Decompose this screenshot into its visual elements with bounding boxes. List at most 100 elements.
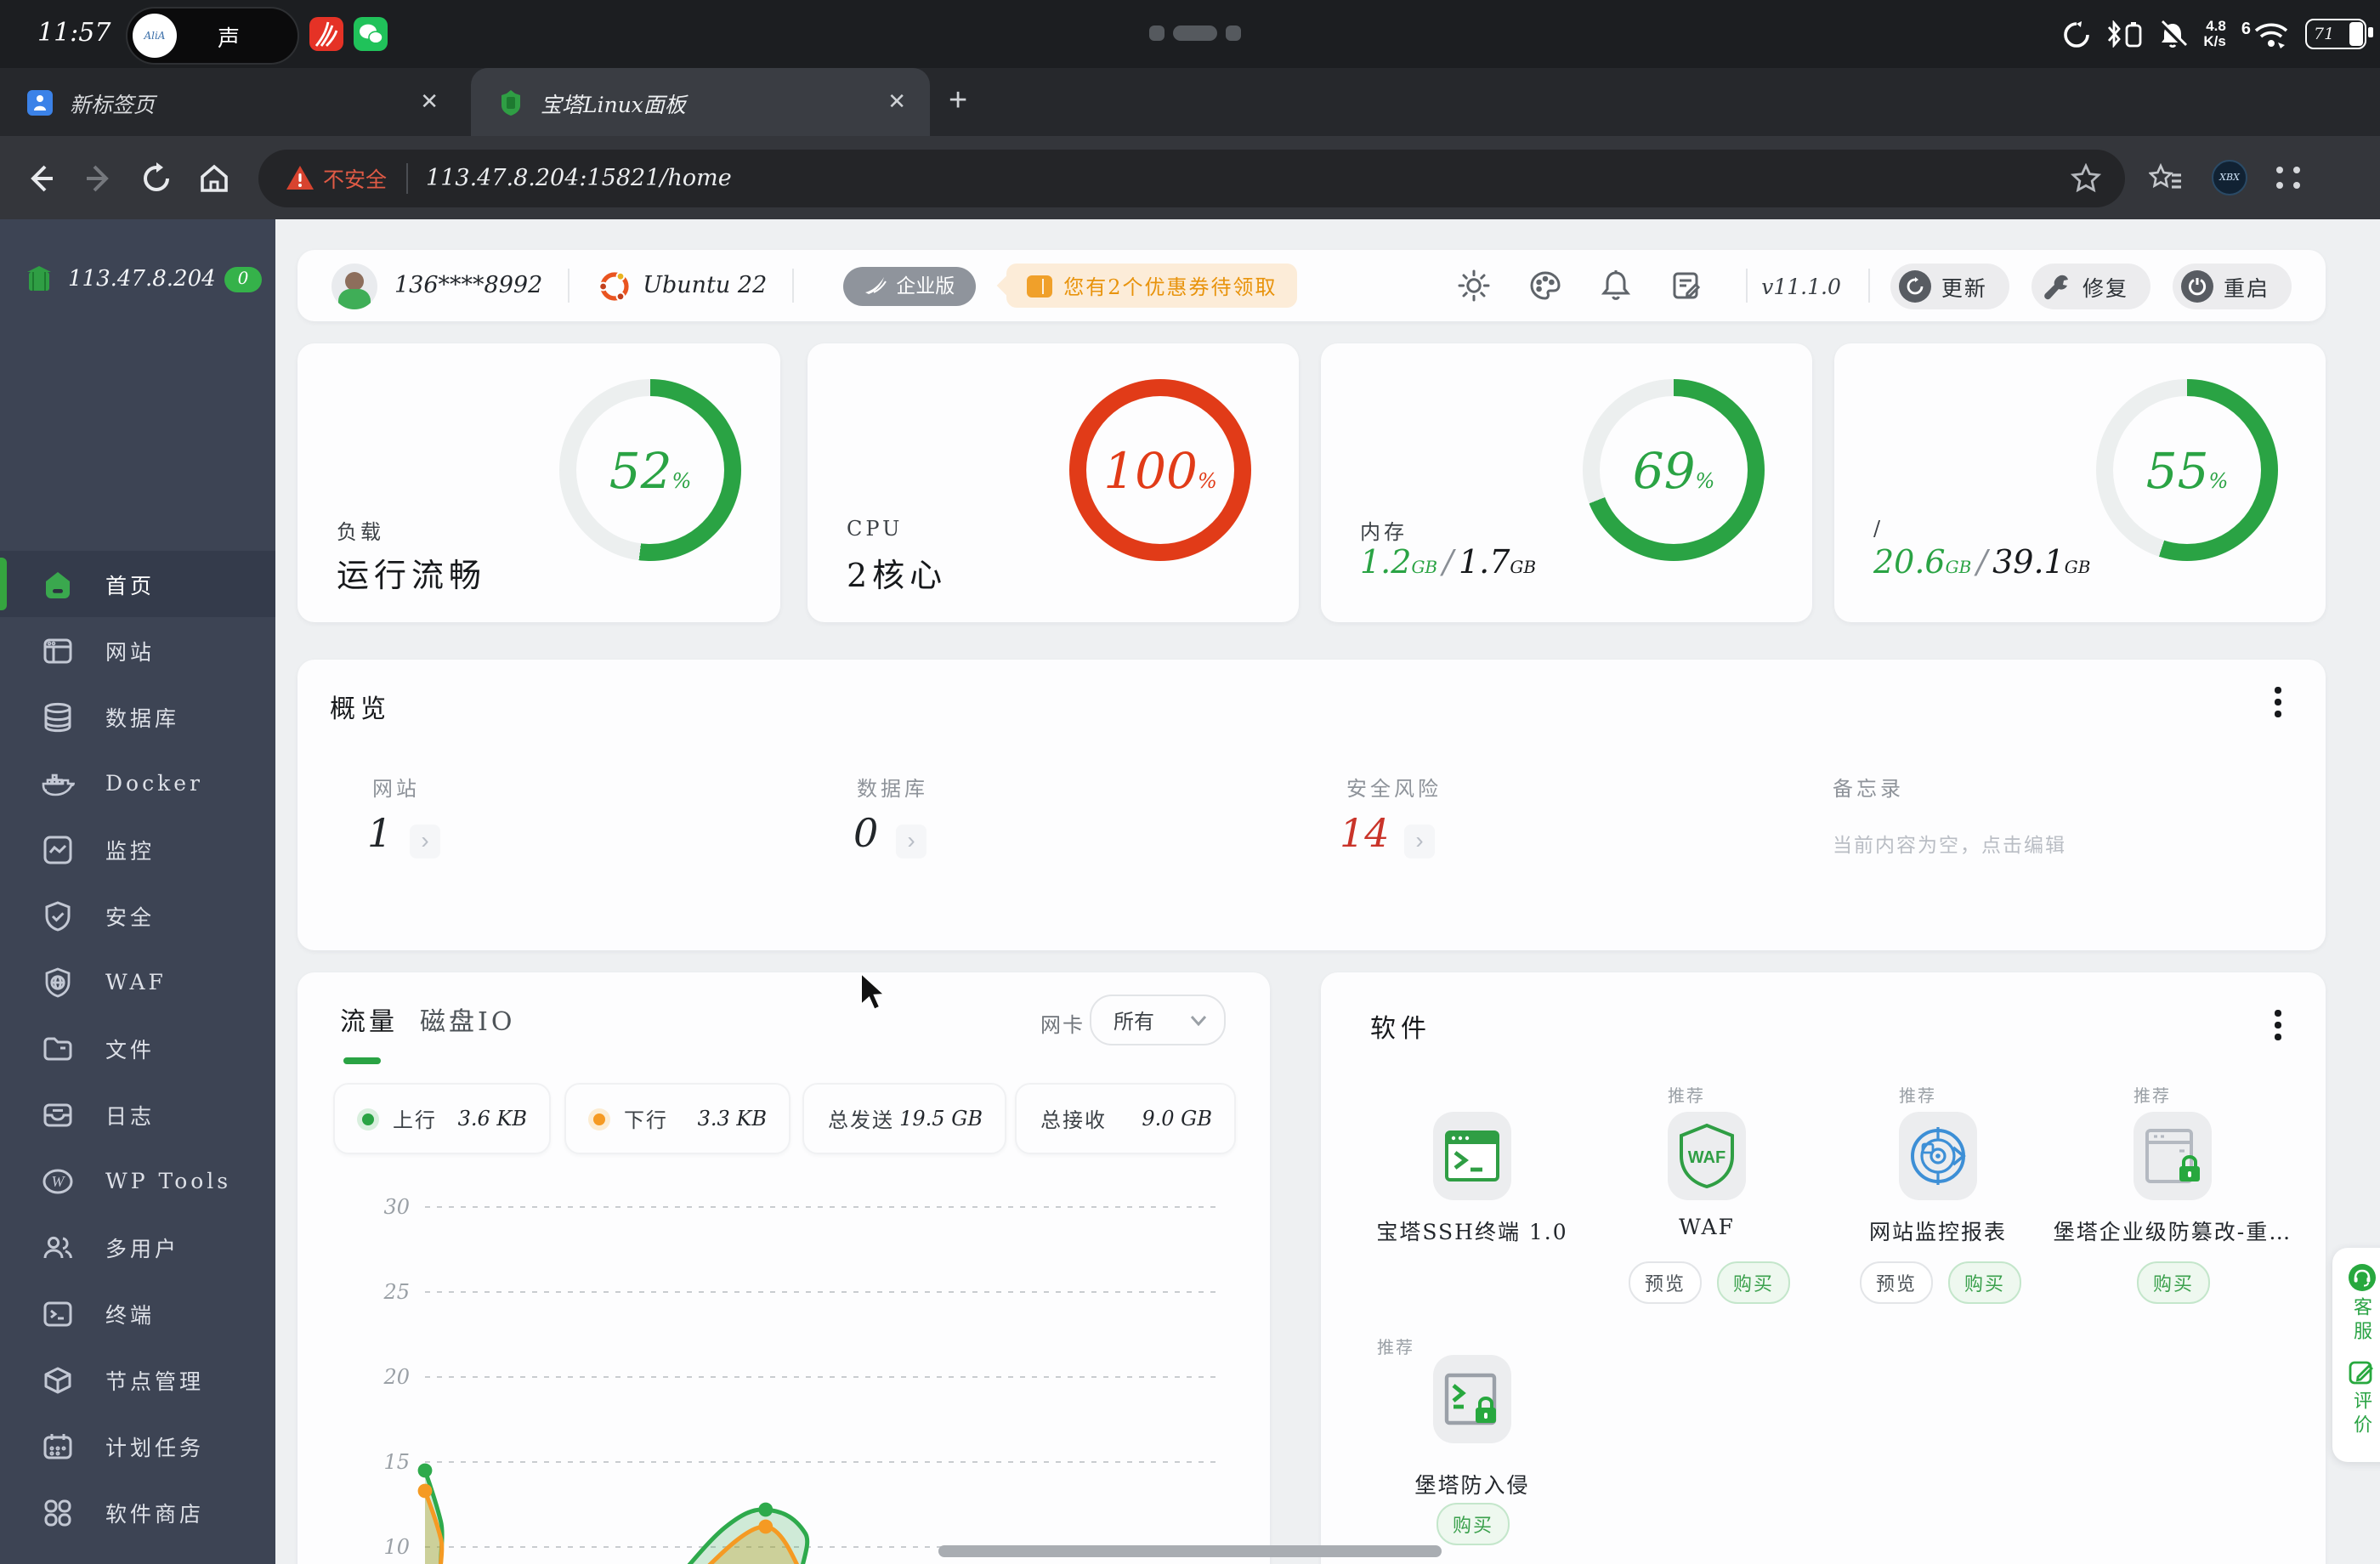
stat-label: 安全风险 [1346,774,1442,802]
forward-icon[interactable] [82,161,116,195]
software-item-monitor-report[interactable] [1899,1112,1977,1200]
customer-service-label[interactable]: 客服 [2348,1297,2375,1345]
software-menu-icon[interactable] [2275,1010,2281,1046]
review-label[interactable]: 评价 [2348,1391,2375,1438]
sidebar-item-waf[interactable]: WAF [0,949,275,1015]
url-text[interactable]: 113.47.8.204:15821/home [426,164,2071,191]
recommend-tag: 推荐 [1377,1333,1414,1358]
repair-button[interactable]: 修复 [2032,263,2150,309]
customer-service-icon[interactable] [2347,1263,2376,1292]
tab-title: 宝塔Linux面板 [541,86,887,118]
xuexi-app-icon[interactable] [309,17,343,51]
tab-new-tab-page[interactable]: 新标签页 ✕ [0,68,462,136]
status-widget-pill[interactable]: AliA 声 [126,7,299,65]
tab-close-icon[interactable]: ✕ [420,88,439,116]
chevron-right-icon[interactable]: › [1404,824,1435,858]
gauge-label: CPU [847,517,903,541]
back-icon[interactable] [24,161,58,195]
notification-bell-icon[interactable] [1600,269,1632,303]
horizontal-scrollbar[interactable] [938,1545,1442,1557]
sidebar: 113.47.8.204 0 首页 网站 数据库 Docker 监控 安全 [0,219,275,1564]
sidebar-item-logs[interactable]: 日志 [0,1081,275,1148]
notification-badge: 0 [224,266,262,292]
profile-avatar[interactable]: XBX [2212,160,2247,196]
security-label[interactable]: 不安全 [323,162,387,194]
edition-badge[interactable]: 企业版 [843,266,975,305]
review-pencil-icon[interactable] [2348,1358,2375,1386]
status-icons: 4.8K/s 6 71 [2062,0,2366,68]
tab-close-icon[interactable]: ✕ [887,88,906,116]
cpu-card[interactable]: CPU 2核心 100% [808,343,1299,622]
battery-indicator: 71 [2305,19,2366,49]
user-phone[interactable]: 136****8992 [394,272,542,299]
svg-text:25: 25 [382,1280,410,1304]
overview-menu-icon[interactable] [2275,687,2281,722]
gauge-title: 运行流畅 [337,551,486,597]
new-tab-button[interactable]: + [949,83,967,121]
overview-title: 概览 [330,690,391,726]
tab-bt-panel[interactable]: 宝塔Linux面板 ✕ [471,68,930,136]
server-header[interactable]: 113.47.8.204 0 [0,253,275,304]
sidebar-item-home[interactable]: 首页 [0,551,275,617]
sidebar-item-docker[interactable]: Docker [0,750,275,816]
chevron-right-icon[interactable]: › [896,824,926,858]
load-card[interactable]: 负载 运行流畅 52% [298,343,780,622]
sidebar-item-files[interactable]: 文件 [0,1015,275,1081]
software-item-intrusion[interactable] [1433,1355,1511,1443]
monitor-chart-icon [41,832,75,866]
url-bar[interactable]: 不安全 113.47.8.204:15821/home [258,149,2125,207]
buy-button[interactable]: 购买 [1436,1503,1510,1545]
terminal-green-icon [1443,1124,1501,1188]
memo-label: 备忘录 [1833,774,1904,802]
software-item-ssh-terminal[interactable] [1433,1112,1511,1200]
sidebar-item-security[interactable]: 安全 [0,882,275,949]
theme-sun-icon[interactable] [1457,269,1491,303]
browser-menu-icon[interactable] [2276,167,2302,189]
wechat-app-icon[interactable] [354,17,388,51]
disk-card[interactable]: / 20.6GB/39.1GB 55% [1834,343,2326,622]
update-button[interactable]: 更新 [1890,263,2009,309]
sidebar-item-app-store[interactable]: 软件商店 [0,1479,275,1545]
clock: 11:57 [37,17,110,48]
stat-value: 0 [853,813,878,857]
sidebar-item-settings[interactable]: 设置 [0,1545,275,1564]
memo-placeholder[interactable]: 当前内容为空，点击编辑 [1833,831,2066,858]
theme-palette-icon[interactable] [1528,269,1562,303]
chevron-right-icon[interactable]: › [410,824,440,858]
server-tower-icon [20,260,58,298]
stat-label: 数据库 [857,774,928,802]
bookmarks-list-icon[interactable] [2149,162,2183,193]
bt-panel-favicon [498,89,524,115]
software-name: 网站监控报表 [1869,1214,2007,1246]
sidebar-item-database[interactable]: 数据库 [0,683,275,750]
window-lock-icon [2142,1124,2203,1188]
sidebar-item-multi-user[interactable]: 多用户 [0,1214,275,1280]
home-icon[interactable] [197,161,231,195]
sidebar-item-monitor[interactable]: 监控 [0,816,275,882]
memo-note-icon[interactable] [1669,269,1702,303]
sidebar-item-terminal[interactable]: 终端 [0,1280,275,1346]
svg-text:10: 10 [383,1535,410,1559]
memory-card[interactable]: 内存 1.2GB/1.7GB 69% [1321,343,1812,622]
bookmark-star-icon[interactable] [2071,162,2101,193]
coupon-banner[interactable]: 您有2个优惠券待领取 [1006,264,1297,308]
sidebar-item-website[interactable]: 网站 [0,617,275,683]
sidebar-item-nodes[interactable]: 节点管理 [0,1346,275,1413]
preview-button[interactable]: 预览 [1860,1261,1933,1304]
reload-icon[interactable] [139,161,173,195]
docker-icon [41,766,75,800]
gauge-label: / [1873,517,1884,541]
restart-button[interactable]: 重启 [2173,263,2292,309]
svg-text:W: W [52,1172,66,1189]
sidebar-item-cron[interactable]: 计划任务 [0,1413,275,1479]
user-avatar[interactable] [332,263,377,309]
buy-button[interactable]: 购买 [1948,1261,2021,1304]
software-item-tamper-proof[interactable] [2134,1112,2212,1200]
sidebar-item-wp-tools[interactable]: W WP Tools [0,1148,275,1214]
buy-button[interactable]: 购买 [2137,1261,2210,1304]
preview-button[interactable]: 预览 [1629,1261,1702,1304]
buy-button[interactable]: 购买 [1717,1261,1790,1304]
ubuntu-logo-icon [598,269,631,302]
wing-icon [864,275,887,296]
software-item-waf[interactable]: WAF [1668,1112,1746,1200]
